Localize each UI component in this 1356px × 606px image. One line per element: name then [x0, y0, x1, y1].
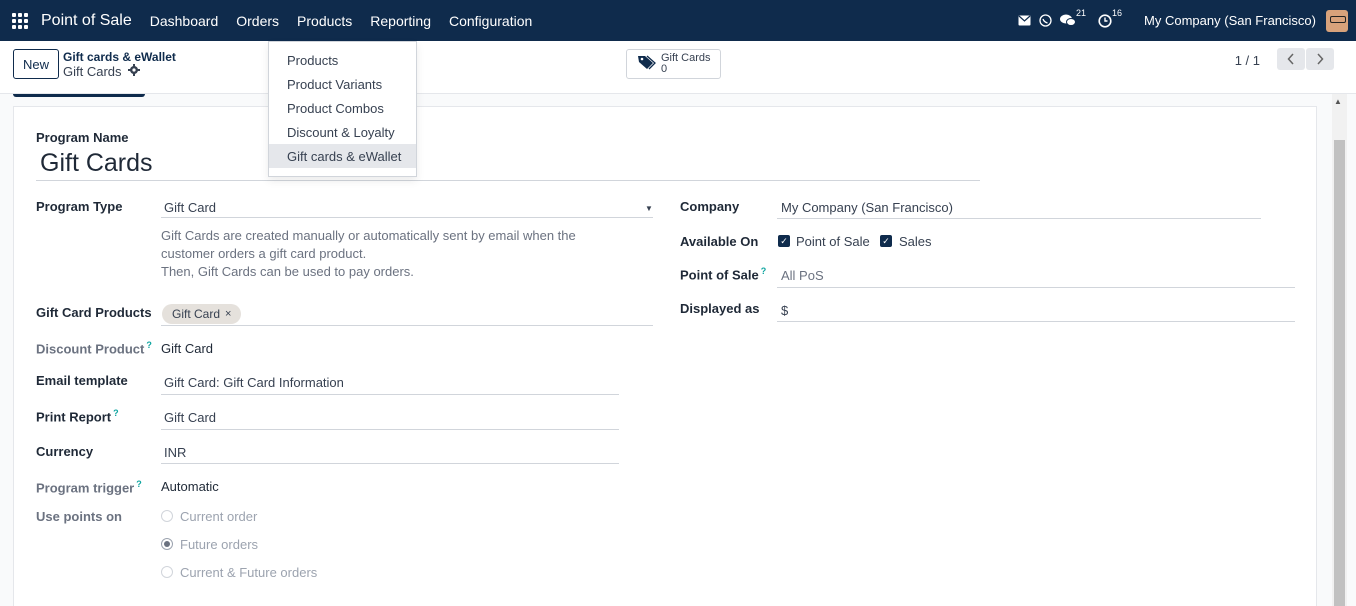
control-panel: New Gift cards & eWallet Gift Cards Gift…	[0, 41, 1356, 94]
displayed-as-underline	[777, 321, 1295, 322]
email-template-field[interactable]: Gift Card: Gift Card Information	[164, 375, 344, 390]
gift-card-product-tag[interactable]: Gift Card ×	[162, 304, 242, 324]
breadcrumb-current: Gift Cards	[63, 64, 140, 79]
email-template-underline	[161, 394, 619, 395]
new-button[interactable]: New	[13, 49, 59, 79]
dropdown-item-product-variants[interactable]: Product Variants	[269, 72, 416, 96]
dropdown-item-product-combos[interactable]: Product Combos	[269, 96, 416, 120]
program-type-description: Gift Cards are created manually or autom…	[161, 227, 631, 281]
company-label: Company	[680, 199, 740, 214]
smart-button-label: Gift Cards	[661, 52, 711, 64]
point-of-sale-field[interactable]: All PoS	[781, 268, 824, 283]
dropdown-item-products[interactable]: Products	[269, 48, 416, 72]
point-of-sale-label: Point of Sale?	[680, 266, 767, 283]
gift-card-product-tag-label: Gift Card	[172, 307, 221, 321]
use-points-both-label: Current & Future orders	[180, 565, 318, 580]
clock-icon[interactable]: 16	[1098, 8, 1122, 28]
program-trigger-label: Program trigger?	[36, 479, 142, 496]
menu-dashboard[interactable]: Dashboard	[150, 13, 219, 29]
pager-value[interactable]: 1 / 1	[1235, 53, 1260, 68]
program-type-underline	[161, 217, 653, 218]
breadcrumb-parent[interactable]: Gift cards & eWallet	[63, 50, 176, 64]
avatar[interactable]	[1326, 9, 1348, 32]
currency-field[interactable]: INR	[164, 445, 186, 460]
print-report-label: Print Report?	[36, 408, 119, 425]
company-underline	[777, 218, 1261, 219]
radio-icon[interactable]	[161, 538, 173, 550]
program-name-input[interactable]: Gift Cards	[40, 149, 153, 178]
displayed-as-label: Displayed as	[680, 301, 760, 316]
whatsapp-icon[interactable]	[1039, 14, 1052, 27]
tag-icon	[637, 54, 657, 75]
chevron-right-icon[interactable]	[1306, 48, 1334, 70]
program-type-desc-line2: Then, Gift Cards can be used to pay orde…	[161, 264, 414, 279]
products-dropdown-menu: Products Product Variants Product Combos…	[268, 41, 417, 177]
displayed-as-field[interactable]: $	[781, 303, 788, 318]
program-name-label: Program Name	[36, 130, 129, 145]
activities-count: 16	[1112, 7, 1123, 18]
point-of-sale-underline	[777, 287, 1295, 288]
program-trigger-value: Automatic	[161, 479, 219, 494]
scrollbar-thumb[interactable]	[1334, 140, 1345, 606]
dropdown-item-gift-cards[interactable]: Gift cards & eWallet	[269, 144, 416, 168]
menu-orders[interactable]: Orders	[236, 13, 279, 29]
available-on-sales-label: Sales	[899, 234, 932, 249]
use-points-future-label: Future orders	[180, 537, 259, 552]
dropdown-caret-icon[interactable]: ▼	[645, 204, 653, 213]
app-name[interactable]: Point of Sale	[41, 12, 132, 30]
smart-button-count: 0	[661, 63, 668, 75]
print-report-field[interactable]: Gift Card	[164, 410, 216, 425]
remove-tag-icon[interactable]: ×	[225, 308, 231, 320]
use-points-current-label: Current order	[180, 509, 258, 524]
menu-reporting[interactable]: Reporting	[370, 13, 431, 29]
discount-product-label: Discount Product?	[36, 340, 152, 357]
gear-icon[interactable]	[127, 64, 140, 79]
menu-configuration[interactable]: Configuration	[449, 13, 532, 29]
checkbox-checked-icon[interactable]: ✓	[778, 235, 790, 247]
program-type-desc-line1: Gift Cards are created manually or autom…	[161, 228, 576, 261]
checkbox-checked-icon[interactable]: ✓	[880, 235, 892, 247]
scroll-up-icon[interactable]: ▲	[1334, 97, 1342, 106]
status-indicator	[13, 94, 145, 97]
top-navbar: Point of Sale Dashboard Orders Products …	[0, 0, 1356, 41]
chat-icon[interactable]: 21	[1060, 8, 1086, 27]
dropdown-item-discount-loyalty[interactable]: Discount & Loyalty	[269, 120, 416, 144]
radio-icon[interactable]	[161, 510, 173, 522]
gift-cards-smart-button[interactable]: Gift Cards 0	[626, 49, 721, 79]
currency-label: Currency	[36, 444, 94, 459]
program-name-underline	[36, 180, 980, 181]
program-type-label: Program Type	[36, 199, 123, 214]
currency-underline	[161, 463, 619, 464]
gift-card-products-label: Gift Card Products	[36, 305, 152, 320]
available-on-label: Available On	[680, 234, 759, 249]
discount-product-value: Gift Card	[161, 341, 214, 356]
apps-grid-icon[interactable]	[0, 0, 40, 41]
form-sheet: Program Name Gift Cards Program Type Gif…	[13, 106, 1317, 606]
chevron-left-icon[interactable]	[1277, 48, 1305, 70]
navbar-systray: 21 16 My Company (San Francisco)	[1018, 0, 1356, 41]
messages-count: 21	[1076, 8, 1087, 18]
print-report-underline	[161, 429, 619, 430]
breadcrumb-current-label: Gift Cards	[63, 64, 122, 79]
program-type-select[interactable]: Gift Card	[164, 200, 216, 215]
company-field[interactable]: My Company (San Francisco)	[781, 200, 953, 215]
envelope-icon[interactable]	[1018, 15, 1031, 26]
available-on-pos-label: Point of Sale	[796, 234, 870, 249]
gift-card-products-underline	[161, 325, 653, 326]
use-points-label: Use points on	[36, 509, 122, 524]
company-switcher[interactable]: My Company (San Francisco)	[1144, 13, 1316, 28]
radio-icon[interactable]	[161, 566, 173, 578]
menu-products[interactable]: Products	[297, 13, 352, 29]
email-template-label: Email template	[36, 373, 128, 388]
